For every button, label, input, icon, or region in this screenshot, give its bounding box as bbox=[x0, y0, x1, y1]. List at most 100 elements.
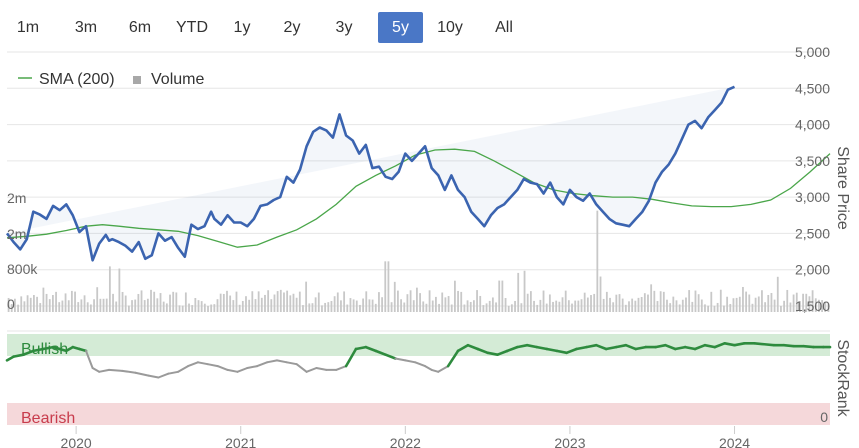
volume-bar bbox=[678, 304, 681, 312]
stockrank-segment bbox=[226, 368, 239, 373]
stockrank-segment bbox=[85, 349, 94, 369]
volume-bar bbox=[789, 302, 792, 312]
volume-bar bbox=[517, 272, 520, 312]
volume-bar bbox=[707, 305, 710, 312]
stockrank-segment bbox=[486, 351, 499, 357]
volume-bar bbox=[435, 296, 437, 312]
x-tick-label: 2023 bbox=[554, 435, 585, 448]
volume-bar bbox=[156, 298, 159, 312]
volume-bar bbox=[197, 300, 200, 312]
volume-bar bbox=[590, 295, 592, 312]
bullish-label: Bullish bbox=[21, 341, 68, 358]
volume-bar bbox=[368, 299, 371, 312]
price-series-line bbox=[5, 85, 736, 262]
volume-bar bbox=[514, 300, 516, 312]
volume-bar bbox=[83, 295, 86, 312]
volume-bar bbox=[273, 294, 276, 312]
volume-bar bbox=[827, 303, 830, 312]
volume-bar bbox=[384, 261, 387, 312]
volume-tick-label: 0 bbox=[7, 296, 15, 312]
volume-bar bbox=[621, 298, 624, 312]
range-button-2y[interactable]: 2y bbox=[274, 12, 310, 43]
price-tick-label: 2,500 bbox=[795, 225, 830, 241]
volume-bar bbox=[7, 297, 10, 312]
volume-bar bbox=[346, 304, 349, 312]
volume-bar bbox=[450, 304, 453, 312]
stockrank-segment bbox=[604, 345, 618, 351]
range-button-10y[interactable]: 10y bbox=[426, 12, 474, 43]
volume-bar bbox=[371, 299, 374, 312]
stockrank-segment bbox=[446, 349, 460, 368]
stockrank-segment bbox=[64, 345, 75, 353]
stockrank-segment bbox=[41, 345, 55, 351]
stockrank-segment bbox=[134, 371, 150, 377]
volume-bar bbox=[409, 290, 412, 312]
volume-bar bbox=[390, 302, 393, 312]
stockrank-segment bbox=[555, 349, 568, 355]
stockrank-segment bbox=[456, 343, 470, 353]
volume-bar bbox=[580, 299, 583, 312]
volume-bar bbox=[20, 296, 23, 312]
stockrank-segment bbox=[575, 345, 588, 351]
range-button-6m[interactable]: 6m bbox=[118, 12, 162, 43]
range-button-3m[interactable]: 3m bbox=[66, 12, 106, 43]
price-tick-label: 4,000 bbox=[795, 117, 830, 133]
stockrank-segment bbox=[196, 361, 209, 366]
volume-bar bbox=[618, 294, 621, 312]
volume-bar bbox=[105, 298, 108, 312]
chart-container: 1m 3m 6m YTD 1y 2y 3y 5y 10y All 1,500 2,000 2,500 3… bbox=[0, 0, 859, 448]
volume-bar bbox=[656, 301, 659, 312]
volume-bar bbox=[533, 300, 535, 312]
x-tick-label: 2020 bbox=[61, 435, 92, 448]
volume-bar bbox=[738, 296, 741, 312]
stockrank-segment bbox=[256, 361, 269, 368]
volume-bar bbox=[691, 301, 694, 312]
legend-sma-label: SMA (200) bbox=[39, 71, 115, 88]
range-button-5y[interactable]: 5y bbox=[378, 12, 423, 43]
volume-bar bbox=[283, 292, 285, 312]
volume-bar bbox=[248, 299, 251, 312]
stockrank-segment bbox=[147, 374, 160, 379]
stockrank-segment bbox=[275, 359, 288, 364]
volume-bar bbox=[463, 304, 466, 312]
range-button-1m[interactable]: 1m bbox=[10, 12, 46, 43]
price-area-fill bbox=[7, 86, 735, 261]
stockrank-segment bbox=[565, 347, 578, 355]
volume-bar bbox=[279, 289, 282, 312]
volume-bar bbox=[74, 291, 76, 312]
volume-bar bbox=[172, 291, 175, 312]
volume-bar bbox=[552, 301, 554, 312]
price-tick-label: 3,500 bbox=[795, 153, 830, 169]
volume-bar bbox=[276, 291, 279, 312]
volume-bar bbox=[241, 300, 244, 312]
volume-bar bbox=[29, 297, 32, 312]
stockrank-segment bbox=[295, 363, 308, 373]
volume-bar bbox=[748, 294, 751, 312]
volume-bar bbox=[561, 297, 564, 312]
volume-bar bbox=[352, 299, 355, 312]
range-button-3y[interactable]: 3y bbox=[324, 12, 364, 43]
range-button-ytd[interactable]: YTD bbox=[170, 12, 214, 43]
volume-bar bbox=[510, 304, 513, 312]
volume-bar bbox=[267, 290, 270, 312]
stockrank-segment bbox=[335, 365, 348, 371]
volume-bar bbox=[150, 289, 152, 312]
volume-bar bbox=[387, 261, 390, 312]
volume-bar bbox=[419, 293, 421, 312]
stockrank-segment bbox=[802, 344, 815, 349]
volume-bar bbox=[704, 304, 706, 312]
stockrank-segment bbox=[71, 345, 81, 351]
volume-bar bbox=[767, 294, 770, 312]
x-tick-label: 2021 bbox=[225, 435, 256, 448]
chart-svg: 1,500 2,000 2,500 3,000 3,500 4,000 4,500 5,000… bbox=[5, 44, 851, 448]
range-button-1y[interactable]: 1y bbox=[224, 12, 260, 43]
volume-bar bbox=[599, 276, 602, 312]
stockrank-segment bbox=[594, 343, 608, 351]
range-button-all[interactable]: All bbox=[482, 12, 526, 43]
volume-bar bbox=[207, 305, 209, 312]
stockrank-segment bbox=[216, 365, 229, 371]
volume-bar bbox=[134, 299, 137, 312]
stockrank-segment bbox=[315, 367, 328, 371]
volume-bar bbox=[226, 290, 228, 312]
stockrank-segment bbox=[78, 347, 88, 353]
